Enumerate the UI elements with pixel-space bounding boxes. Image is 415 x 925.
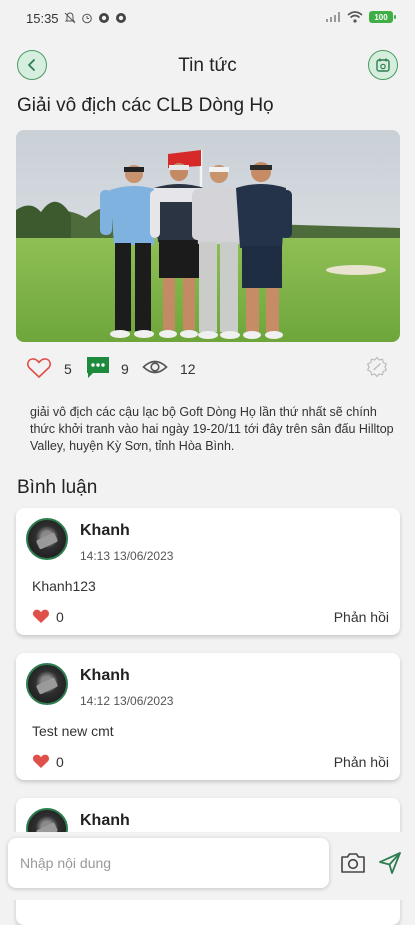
comment-card: Khanh 14:12 13/06/2023 Test new cmt 0 Ph… xyxy=(16,653,400,780)
battery-level: 100 xyxy=(374,12,388,22)
status-right: 100 xyxy=(325,11,396,23)
article-body: giải vô địch các cậu lạc bộ Goft Dòng Họ… xyxy=(30,405,394,453)
avatar[interactable] xyxy=(26,663,68,705)
app-icon-1 xyxy=(99,13,109,23)
wifi-icon xyxy=(347,11,363,23)
comment-author: Khanh xyxy=(80,812,130,829)
avatar[interactable] xyxy=(26,518,68,560)
comment-time: 14:12 13/06/2023 xyxy=(80,694,174,708)
comment-icon[interactable] xyxy=(86,356,110,380)
send-icon[interactable] xyxy=(378,851,402,875)
reply-button[interactable]: Phản hồi xyxy=(334,609,389,625)
alarm-icon xyxy=(82,13,92,24)
comment-composer xyxy=(0,832,415,900)
page-title: Tin tức xyxy=(178,55,237,76)
comment-text: Khanh123 xyxy=(32,578,96,594)
reply-button[interactable]: Phản hồi xyxy=(334,754,389,770)
article-photo[interactable] xyxy=(16,130,400,342)
status-notification-icons xyxy=(64,12,127,24)
heart-filled-icon[interactable] xyxy=(32,608,50,624)
comment-likes-count: 0 xyxy=(56,754,64,770)
views-count: 12 xyxy=(180,361,196,377)
comments-heading: Bình luận xyxy=(17,477,98,498)
status-time: 15:35 xyxy=(26,11,59,26)
calendar-button[interactable] xyxy=(368,50,398,80)
comments-count: 9 xyxy=(121,361,129,377)
comment-text: Test new cmt xyxy=(32,723,114,739)
article-stats: 5 9 12 xyxy=(24,354,394,384)
comment-likes-count: 0 xyxy=(56,609,64,625)
eye-icon xyxy=(142,360,168,374)
camera-icon[interactable] xyxy=(340,852,366,874)
header: Tin tức xyxy=(0,44,415,88)
signal-icon xyxy=(326,12,340,22)
heart-filled-icon[interactable] xyxy=(32,753,50,769)
comment-author: Khanh xyxy=(80,667,130,684)
share-icon[interactable] xyxy=(366,356,388,378)
heart-outline-icon[interactable] xyxy=(26,356,52,380)
app-icon-2 xyxy=(116,13,126,23)
mute-icon xyxy=(64,12,76,24)
comment-author: Khanh xyxy=(80,522,130,539)
comment-time: 14:13 13/06/2023 xyxy=(80,549,174,563)
likes-count: 5 xyxy=(64,361,72,377)
status-bar: 15:35 100 xyxy=(0,0,415,38)
golf-group-photo xyxy=(16,130,400,342)
battery-icon: 100 xyxy=(369,11,396,23)
article-title: Giải vô địch các CLB Dòng Họ xyxy=(17,95,274,116)
calendar-icon xyxy=(376,58,390,72)
comment-card: Khanh 14:13 13/06/2023 Khanh123 0 Phản h… xyxy=(16,508,400,635)
comment-input[interactable] xyxy=(8,838,329,888)
